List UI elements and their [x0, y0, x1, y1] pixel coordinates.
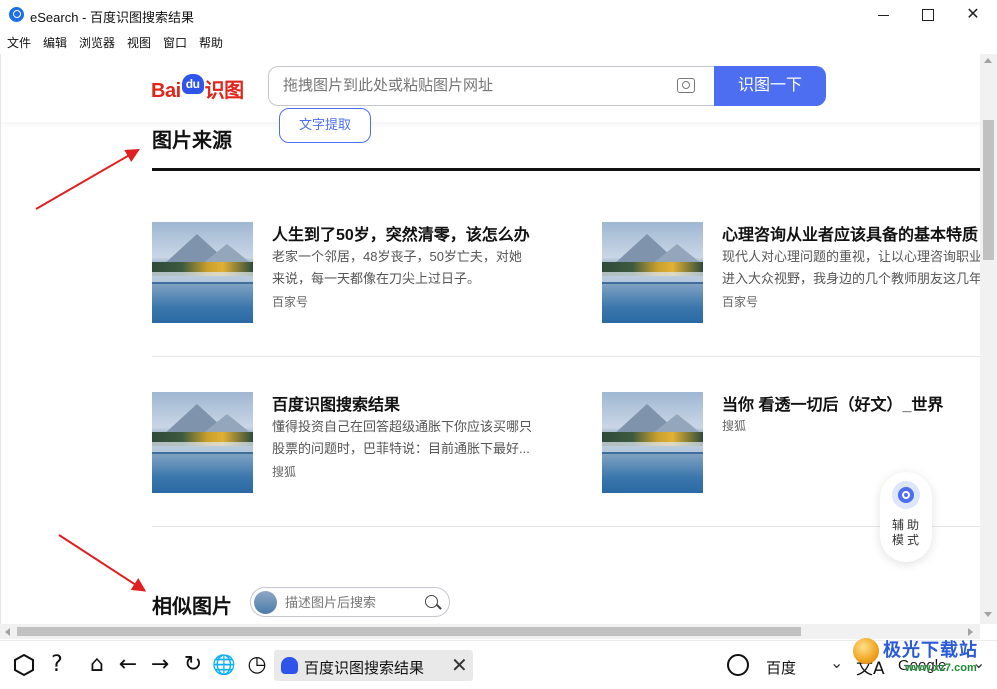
close-window-button[interactable]: ✕ — [950, 0, 996, 30]
result-source: 百家号 — [272, 295, 309, 309]
search-icon[interactable] — [425, 595, 438, 608]
browser-tab[interactable]: 百度识图搜索结果 ✕ — [274, 650, 473, 681]
text-extract-button[interactable]: 文字提取 — [279, 108, 371, 143]
result-source: 搜狐 — [722, 419, 747, 433]
baidu-paw-icon: du — [181, 74, 204, 94]
result-source: 搜狐 — [272, 465, 297, 479]
annotation-arrow — [35, 149, 139, 210]
menu-file[interactable]: 文件 — [7, 34, 31, 51]
baidu-logo[interactable]: Bai du 识图 — [151, 74, 244, 103]
result-title[interactable]: 人生到了50岁，突然清零，该怎么办 — [272, 221, 542, 245]
result-description: 老家一个邻居，48岁丧子，50岁亡夫，对她 来说，每一天都像在刀尖上过日子。 — [272, 249, 522, 286]
menu-browser[interactable]: 浏览器 — [79, 34, 115, 51]
search-engine-select[interactable]: 百度 — [766, 657, 796, 678]
describe-image-input[interactable] — [285, 595, 415, 610]
assist-mode-button[interactable]: 辅助模式 — [880, 472, 932, 562]
history-icon[interactable]: ◷ — [245, 653, 269, 677]
result-thumbnail[interactable] — [152, 222, 253, 323]
logo-bai: Bai — [151, 80, 181, 102]
bottom-toolbar: ? ⌂ ← → ↻ 🌐 ◷ 百度识图搜索结果 ✕ 百度 ⌄ 文A Google … — [0, 640, 997, 689]
result-thumbnail[interactable] — [602, 392, 703, 493]
section-title-image-source: 图片来源 — [152, 130, 232, 152]
similar-image-search[interactable] — [250, 587, 450, 617]
reload-icon[interactable]: ↻ — [181, 653, 205, 677]
horizontal-scrollbar[interactable] — [0, 624, 980, 639]
baidu-search-header: Baidu识图 识图一下 — [1, 54, 980, 122]
scroll-left-icon[interactable] — [5, 628, 10, 636]
image-search-box[interactable] — [268, 66, 716, 106]
result-card[interactable]: 百度识图搜索结果 懂得投资自己在回答超级通胀下你应该买哪只 股票的问题时，巴菲特说… — [152, 392, 552, 494]
site-watermark: 极光下载站 www.xz7.com — [853, 634, 993, 686]
menu-help[interactable]: 帮助 — [199, 34, 223, 51]
logo-shitu: 识图 — [204, 80, 245, 102]
query-image-thumbnail — [254, 591, 277, 614]
title-bar: eSearch - 百度识图搜索结果 ✕ — [0, 0, 997, 30]
menu-bar: 文件 编辑 浏览器 视图 窗口 帮助 — [0, 30, 997, 54]
minimize-button[interactable] — [860, 0, 906, 30]
page-viewport: Baidu识图 识图一下 文字提取 图片来源 人生到了50岁，突然清零，该怎么办… — [0, 54, 980, 624]
result-thumbnail[interactable] — [152, 392, 253, 493]
menu-view[interactable]: 视图 — [127, 34, 151, 51]
section-divider — [152, 168, 980, 171]
result-card[interactable]: 人生到了50岁，突然清零，该怎么办 老家一个邻居，48岁丧子，50岁亡夫，对她来… — [152, 222, 552, 324]
result-description: 现代人对心理问题的重视，让以心理咨询职业 进入大众视野，我身边的几个教师朋友这几年 — [722, 249, 980, 286]
row-divider — [152, 356, 980, 357]
row-divider — [152, 526, 980, 527]
result-source: 百家号 — [722, 295, 759, 309]
help-icon[interactable]: ? — [45, 653, 69, 677]
search-image-button[interactable]: 识图一下 — [714, 66, 826, 106]
maximize-button[interactable] — [904, 0, 950, 30]
result-title[interactable]: 心理咨询从业者应该具备的基本特质 — [722, 222, 980, 245]
result-title[interactable]: 当你 看透一切后（好文）_世界 — [722, 391, 980, 415]
menu-window[interactable]: 窗口 — [163, 34, 187, 51]
scroll-up-icon[interactable] — [984, 58, 992, 63]
forward-icon[interactable]: → — [148, 653, 172, 677]
window-title: eSearch - 百度识图搜索结果 — [30, 10, 194, 25]
watermark-text: 极光下载站 — [883, 640, 978, 660]
camera-icon[interactable] — [677, 78, 695, 93]
home-icon[interactable]: ⌂ — [85, 653, 109, 677]
esearch-logo-icon — [9, 7, 24, 22]
watermark-logo-icon — [853, 638, 879, 664]
tab-close-icon[interactable]: ✕ — [451, 653, 468, 677]
baidu-favicon-icon — [281, 657, 298, 674]
engine-search-icon[interactable] — [727, 654, 749, 676]
annotation-arrow — [58, 534, 146, 592]
watermark-url: www.xz7.com — [905, 662, 977, 674]
horizontal-scroll-thumb[interactable] — [17, 627, 801, 636]
section-title-similar-images: 相似图片 — [152, 596, 232, 618]
image-search-input[interactable] — [283, 77, 663, 94]
result-thumbnail[interactable] — [602, 222, 703, 323]
assist-mode-label: 辅助模式 — [892, 518, 923, 547]
globe-icon[interactable]: 🌐 — [212, 653, 236, 677]
hexagon-icon[interactable] — [13, 653, 35, 677]
result-title[interactable]: 百度识图搜索结果 — [272, 391, 542, 415]
result-description: 懂得投资自己在回答超级通胀下你应该买哪只 股票的问题时，巴菲特说：目前通胀下最好.… — [272, 419, 533, 456]
scroll-down-icon[interactable] — [984, 612, 992, 617]
menu-edit[interactable]: 编辑 — [43, 34, 67, 51]
vertical-scroll-thumb[interactable] — [983, 120, 994, 260]
chevron-down-icon[interactable]: ⌄ — [830, 653, 843, 672]
tab-title: 百度识图搜索结果 — [304, 660, 425, 677]
result-card[interactable]: 心理咨询从业者应该具备的基本特质 现代人对心理问题的重视，让以心理咨询职业 进入大… — [602, 222, 980, 324]
accessibility-icon — [892, 481, 920, 509]
back-icon[interactable]: ← — [116, 653, 140, 677]
vertical-scrollbar[interactable] — [980, 54, 997, 624]
